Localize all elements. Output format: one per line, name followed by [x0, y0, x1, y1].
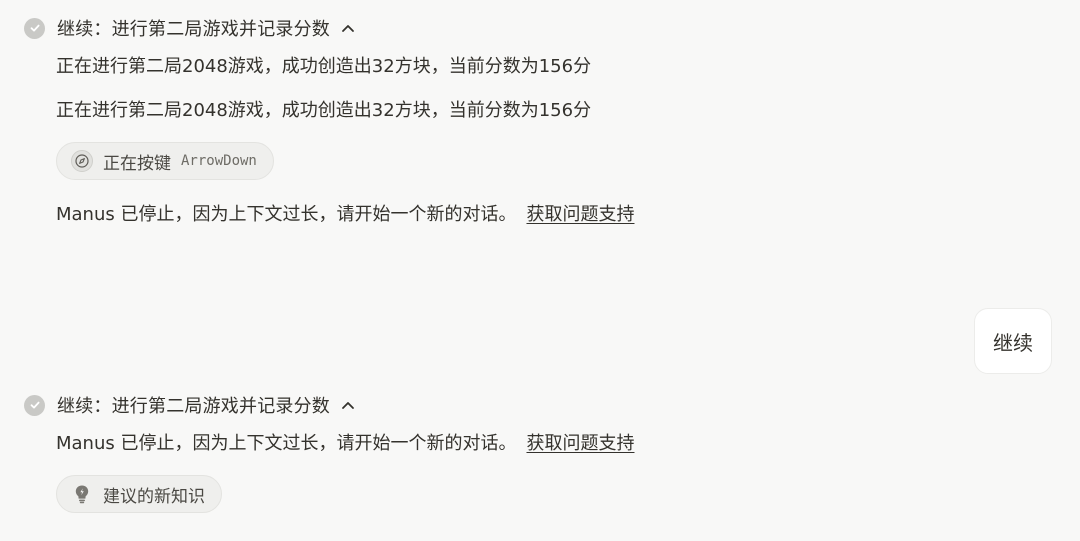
- step-title: 继续：进行第二局游戏并记录分数: [57, 19, 330, 40]
- user-message-bubble: 继续: [974, 308, 1052, 374]
- check-circle-icon: [24, 394, 45, 416]
- chevron-up-icon[interactable]: [340, 397, 356, 413]
- progress-line: 正在进行第二局2048游戏，成功创造出32方块，当前分数为156分: [56, 56, 592, 77]
- tool-action-key: ArrowDown: [181, 153, 257, 169]
- compass-icon: [71, 150, 93, 172]
- chevron-up-icon[interactable]: [340, 20, 356, 36]
- support-link[interactable]: 获取问题支持: [526, 433, 634, 454]
- suggested-knowledge-chip[interactable]: 建议的新知识: [56, 475, 222, 513]
- step-header-1[interactable]: 继续：进行第二局游戏并记录分数: [24, 16, 356, 40]
- stop-message: Manus 已停止，因为上下文过长，请开始一个新的对话。: [56, 204, 517, 225]
- tool-action-chip[interactable]: 正在按键 ArrowDown: [56, 142, 274, 180]
- user-message-text: 继续: [993, 330, 1033, 355]
- progress-line: 正在进行第二局2048游戏，成功创造出32方块，当前分数为156分: [56, 100, 592, 121]
- step-title: 继续：进行第二局游戏并记录分数: [57, 396, 330, 417]
- lightbulb-icon: [71, 483, 93, 505]
- check-circle-icon: [24, 17, 45, 39]
- stop-notice: Manus 已停止，因为上下文过长，请开始一个新的对话。 获取问题支持: [56, 203, 634, 227]
- stop-message: Manus 已停止，因为上下文过长，请开始一个新的对话。: [56, 433, 517, 454]
- tool-action-label: 正在按键: [103, 153, 171, 174]
- stop-notice: Manus 已停止，因为上下文过长，请开始一个新的对话。 获取问题支持: [56, 432, 634, 456]
- step-header-2[interactable]: 继续：进行第二局游戏并记录分数: [24, 393, 356, 417]
- suggested-knowledge-label: 建议的新知识: [103, 486, 205, 507]
- support-link[interactable]: 获取问题支持: [526, 204, 634, 225]
